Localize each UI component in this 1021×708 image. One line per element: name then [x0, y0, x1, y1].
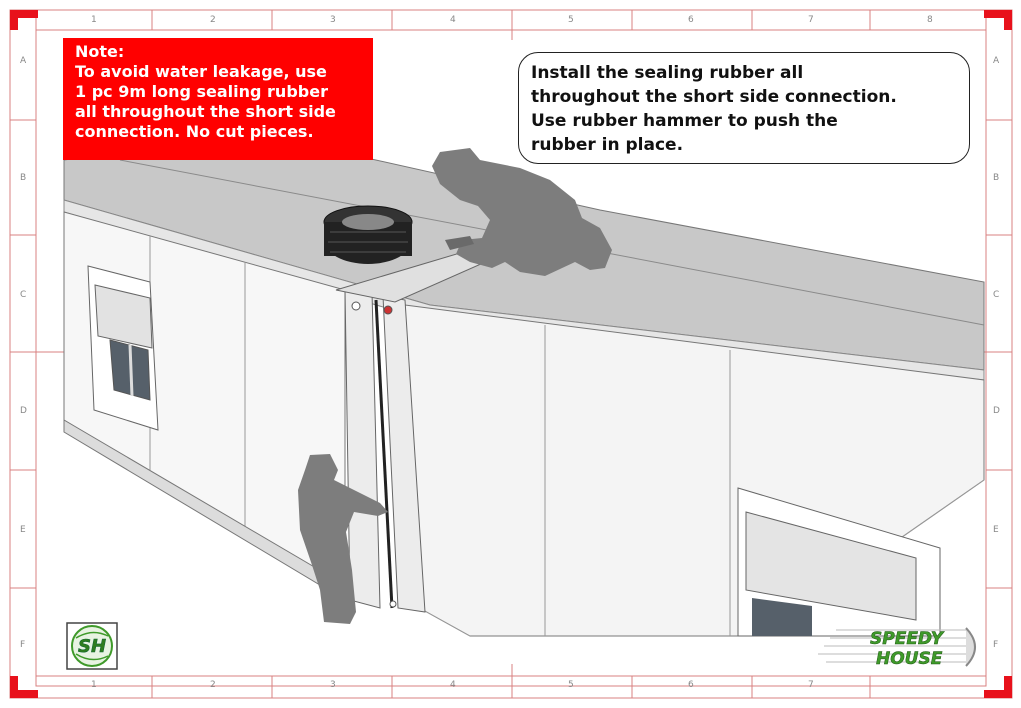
col-label-bottom-1: 1 [91, 680, 97, 690]
row-label-a: A [20, 56, 27, 66]
note-line-1: To avoid water leakage, use [75, 62, 327, 81]
row-label-f-right: F [993, 640, 999, 650]
col-label-bottom-5: 5 [568, 680, 574, 690]
row-label-e: E [20, 525, 26, 535]
instruction-callout: Install the sealing rubber all throughou… [518, 52, 970, 164]
col-label-8: 8 [927, 15, 933, 25]
note-title: Note: [75, 42, 125, 61]
row-label-c-right: C [993, 290, 1000, 300]
speedy-house-logo: SPEEDY HOUSE [818, 627, 976, 669]
callout-line-1: Install the sealing rubber all [531, 63, 804, 83]
col-label-5: 5 [568, 15, 574, 25]
col-label-4: 4 [450, 15, 456, 25]
svg-text:HOUSE: HOUSE [876, 649, 943, 669]
col-label-bottom-6: 6 [688, 680, 694, 690]
col-label-bottom-4: 4 [450, 680, 456, 690]
col-label-3: 3 [330, 15, 336, 25]
svg-text:SH: SH [78, 636, 106, 657]
col-label-bottom-2: 2 [210, 680, 216, 690]
note-line-4: connection. No cut pieces. [75, 122, 314, 141]
warning-note: Note: To avoid water leakage, use 1 pc 9… [63, 38, 373, 160]
row-label-c: C [20, 290, 27, 300]
callout-line-3: Use rubber hammer to push the [531, 111, 838, 131]
callout-line-4: rubber in place. [531, 135, 684, 155]
row-label-e-right: E [993, 525, 999, 535]
row-label-d-right: D [993, 406, 1000, 416]
col-label-1: 1 [91, 15, 97, 25]
row-label-b: B [20, 173, 27, 183]
svg-text:SPEEDY: SPEEDY [870, 629, 945, 649]
callout-line-2: throughout the short side connection. [531, 87, 897, 107]
col-label-bottom-3: 3 [330, 680, 336, 690]
col-label-2: 2 [210, 15, 216, 25]
row-label-a-right: A [993, 56, 1000, 66]
col-label-6: 6 [688, 15, 694, 25]
row-label-f: F [20, 640, 26, 650]
drawing-sheet: 1 2 3 4 5 6 7 8 1 2 3 4 5 6 7 A B C D E … [0, 0, 1021, 708]
col-label-bottom-7: 7 [808, 680, 814, 690]
note-line-3: all throughout the short side [75, 102, 336, 121]
row-label-b-right: B [993, 173, 1000, 183]
row-label-d: D [20, 406, 27, 416]
note-line-2: 1 pc 9m long sealing rubber [75, 82, 328, 101]
container-illustration [63, 147, 985, 637]
sh-logo-icon: SH [66, 622, 118, 670]
col-label-7: 7 [808, 15, 814, 25]
